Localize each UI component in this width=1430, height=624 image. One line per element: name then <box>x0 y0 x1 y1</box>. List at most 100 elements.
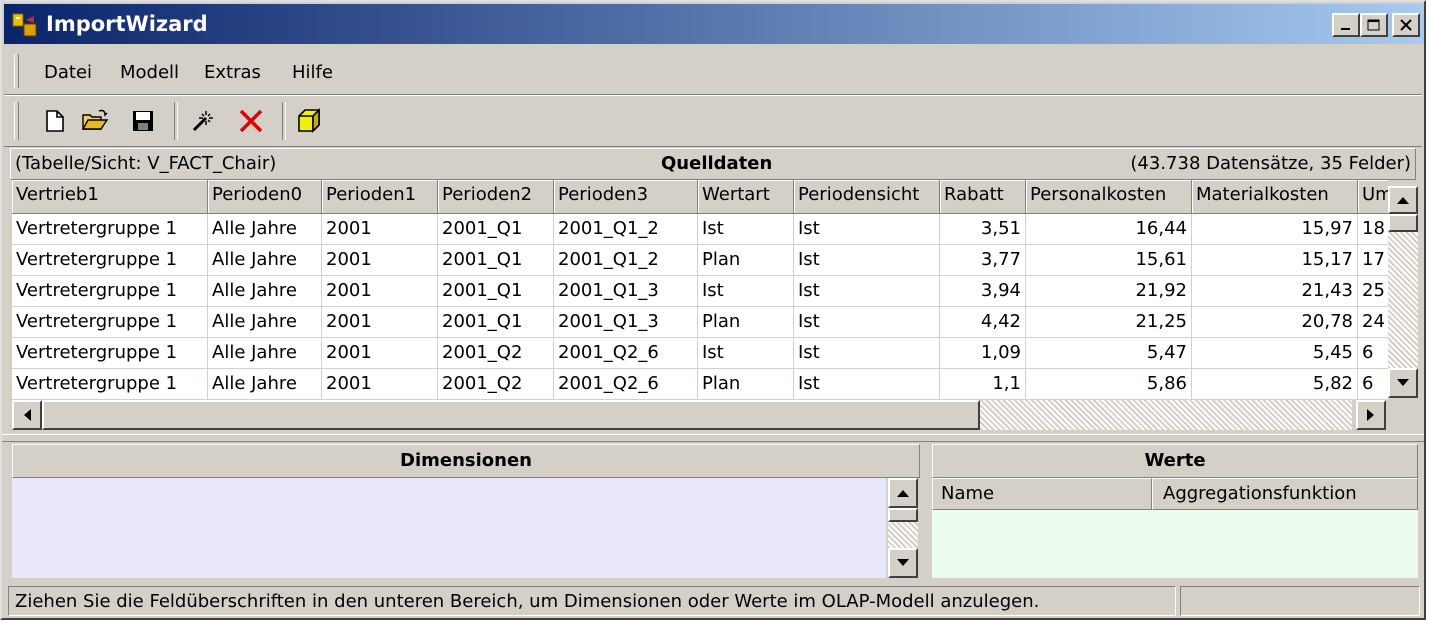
table-cell[interactable]: 21,25 <box>1026 307 1192 338</box>
delete-button[interactable] <box>236 106 266 136</box>
menu-hilfe[interactable]: Hilfe <box>292 62 333 83</box>
table-cell[interactable]: 2001_Q1 <box>438 307 554 338</box>
column-header[interactable]: Materialkosten <box>1192 180 1358 214</box>
table-cell[interactable]: Ist <box>794 214 940 245</box>
table-cell[interactable]: Vertretergruppe 1 <box>12 369 208 400</box>
maximize-button[interactable] <box>1360 13 1388 37</box>
values-drop-area[interactable] <box>932 510 1418 578</box>
table-cell[interactable]: Vertretergruppe 1 <box>12 307 208 338</box>
table-cell[interactable]: Plan <box>698 245 794 276</box>
table-cell[interactable]: 24 <box>1358 307 1388 338</box>
table-cell[interactable]: Ist <box>794 338 940 369</box>
table-cell[interactable]: Ist <box>698 276 794 307</box>
table-cell[interactable]: 6 <box>1358 338 1388 369</box>
column-header[interactable]: Perioden3 <box>554 180 698 214</box>
table-cell[interactable]: 1,1 <box>940 369 1026 400</box>
horizontal-splitter[interactable] <box>2 434 1424 442</box>
table-cell[interactable]: 2001_Q1 <box>438 245 554 276</box>
table-cell[interactable]: 21,43 <box>1192 276 1358 307</box>
cube-button[interactable] <box>294 106 324 136</box>
table-cell[interactable]: Alle Jahre <box>208 307 322 338</box>
table-cell[interactable]: Ist <box>698 214 794 245</box>
dimensions-drop-area[interactable] <box>12 478 886 578</box>
table-cell[interactable]: Plan <box>698 369 794 400</box>
table-cell[interactable]: 2001_Q1_2 <box>554 214 698 245</box>
table-cell[interactable]: 17 <box>1358 245 1388 276</box>
title-bar[interactable]: ImportWizard <box>4 4 1424 44</box>
table-cell[interactable]: Vertretergruppe 1 <box>12 276 208 307</box>
table-cell[interactable]: Alle Jahre <box>208 245 322 276</box>
table-cell[interactable]: 2001_Q1 <box>438 276 554 307</box>
scroll-down-button[interactable] <box>1388 368 1418 398</box>
table-cell[interactable]: Ist <box>794 276 940 307</box>
table-cell[interactable]: Alle Jahre <box>208 338 322 369</box>
vertical-scroll-thumb[interactable] <box>1388 214 1418 232</box>
table-cell[interactable]: 2001_Q1 <box>438 214 554 245</box>
table-cell[interactable]: 25 <box>1358 276 1388 307</box>
save-button[interactable] <box>128 106 158 136</box>
table-cell[interactable]: 1,09 <box>940 338 1026 369</box>
table-cell[interactable]: 5,82 <box>1192 369 1358 400</box>
menu-modell[interactable]: Modell <box>120 62 179 83</box>
dimensions-scroll-thumb[interactable] <box>888 508 918 522</box>
table-cell[interactable]: 18 <box>1358 214 1388 245</box>
values-column-name[interactable]: Name <box>932 478 1152 510</box>
dimensions-scroll-down-button[interactable] <box>888 548 918 578</box>
horizontal-scroll-thumb[interactable] <box>42 400 980 430</box>
table-cell[interactable]: Vertretergruppe 1 <box>12 338 208 369</box>
table-cell[interactable]: 2001 <box>322 245 438 276</box>
values-column-aggregation[interactable]: Aggregationsfunktion <box>1152 478 1418 510</box>
column-header[interactable]: Perioden1 <box>322 180 438 214</box>
table-cell[interactable]: 2001_Q1_3 <box>554 276 698 307</box>
column-header[interactable]: Rabatt <box>940 180 1026 214</box>
column-header[interactable]: Vertrieb1 <box>12 180 208 214</box>
column-header[interactable]: Periodensicht <box>794 180 940 214</box>
table-cell[interactable]: 3,77 <box>940 245 1026 276</box>
table-cell[interactable]: 3,51 <box>940 214 1026 245</box>
close-button[interactable] <box>1392 13 1420 37</box>
vertical-scroll-track[interactable] <box>1388 232 1418 368</box>
table-cell[interactable]: 6 <box>1358 369 1388 400</box>
table-cell[interactable]: Plan <box>698 307 794 338</box>
table-cell[interactable]: 15,97 <box>1192 214 1358 245</box>
table-cell[interactable]: 4,42 <box>940 307 1026 338</box>
table-cell[interactable]: Ist <box>794 245 940 276</box>
table-cell[interactable]: 16,44 <box>1026 214 1192 245</box>
table-cell[interactable]: Alle Jahre <box>208 276 322 307</box>
table-cell[interactable]: 2001_Q2 <box>438 338 554 369</box>
open-button[interactable] <box>80 106 110 136</box>
minimize-button[interactable] <box>1332 13 1360 37</box>
table-cell[interactable]: 2001 <box>322 307 438 338</box>
table-cell[interactable]: Alle Jahre <box>208 369 322 400</box>
table-cell[interactable]: Ist <box>794 307 940 338</box>
table-cell[interactable]: 3,94 <box>940 276 1026 307</box>
table-cell[interactable]: 2001_Q2 <box>438 369 554 400</box>
table-cell[interactable]: 15,17 <box>1192 245 1358 276</box>
table-cell[interactable]: Vertretergruppe 1 <box>12 245 208 276</box>
table-cell[interactable]: 2001 <box>322 214 438 245</box>
table-cell[interactable]: Ist <box>794 369 940 400</box>
dimensions-scroll-track[interactable] <box>888 522 918 548</box>
new-button[interactable] <box>40 106 70 136</box>
column-header[interactable]: Perioden0 <box>208 180 322 214</box>
scroll-left-button[interactable] <box>12 400 42 430</box>
column-header[interactable]: Personalkosten <box>1026 180 1192 214</box>
scroll-right-button[interactable] <box>1356 400 1386 430</box>
scroll-up-button[interactable] <box>1388 186 1418 214</box>
table-cell[interactable]: Alle Jahre <box>208 214 322 245</box>
table-cell[interactable]: 15,61 <box>1026 245 1192 276</box>
table-cell[interactable]: 2001_Q2_6 <box>554 369 698 400</box>
table-cell[interactable]: 2001_Q1_2 <box>554 245 698 276</box>
table-cell[interactable]: 5,45 <box>1192 338 1358 369</box>
menu-grip[interactable] <box>14 54 19 88</box>
column-header[interactable]: Wertart <box>698 180 794 214</box>
table-cell[interactable]: 2001 <box>322 369 438 400</box>
menu-extras[interactable]: Extras <box>204 62 261 83</box>
column-header[interactable]: Perioden2 <box>438 180 554 214</box>
table-cell[interactable]: 2001_Q1_3 <box>554 307 698 338</box>
table-cell[interactable]: 20,78 <box>1192 307 1358 338</box>
toolbar-grip[interactable] <box>14 102 19 140</box>
table-cell[interactable]: 21,92 <box>1026 276 1192 307</box>
table-cell[interactable]: 2001 <box>322 276 438 307</box>
column-header[interactable]: Um <box>1358 180 1388 214</box>
